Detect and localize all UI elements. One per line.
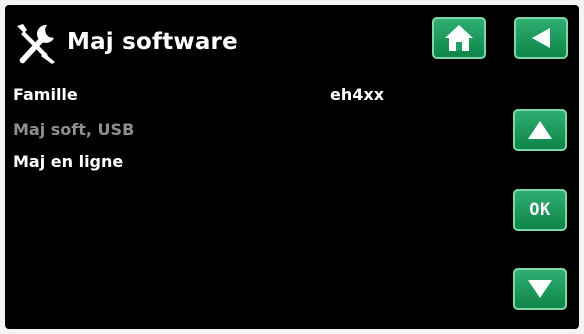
ok-label: OK <box>529 200 551 220</box>
display-screen: Maj software Famille eh4xx Maj soft, USB… <box>5 5 579 329</box>
home-icon <box>445 25 473 51</box>
ok-button[interactable]: OK <box>513 189 567 231</box>
down-arrow-icon <box>528 280 552 298</box>
menu-item-usb-update: Maj soft, USB <box>13 120 135 139</box>
tools-icon <box>17 24 55 64</box>
up-button[interactable] <box>513 109 567 151</box>
down-button[interactable] <box>513 268 567 310</box>
home-button[interactable] <box>432 17 486 59</box>
page-title: Maj software <box>67 29 238 55</box>
menu-item-famille[interactable]: Famille <box>13 85 78 104</box>
menu-item-online-update[interactable]: Maj en ligne <box>13 152 123 171</box>
back-button[interactable] <box>514 17 568 59</box>
menu-item-famille-value: eh4xx <box>330 85 385 104</box>
back-arrow-icon <box>532 28 550 48</box>
up-arrow-icon <box>528 121 552 139</box>
